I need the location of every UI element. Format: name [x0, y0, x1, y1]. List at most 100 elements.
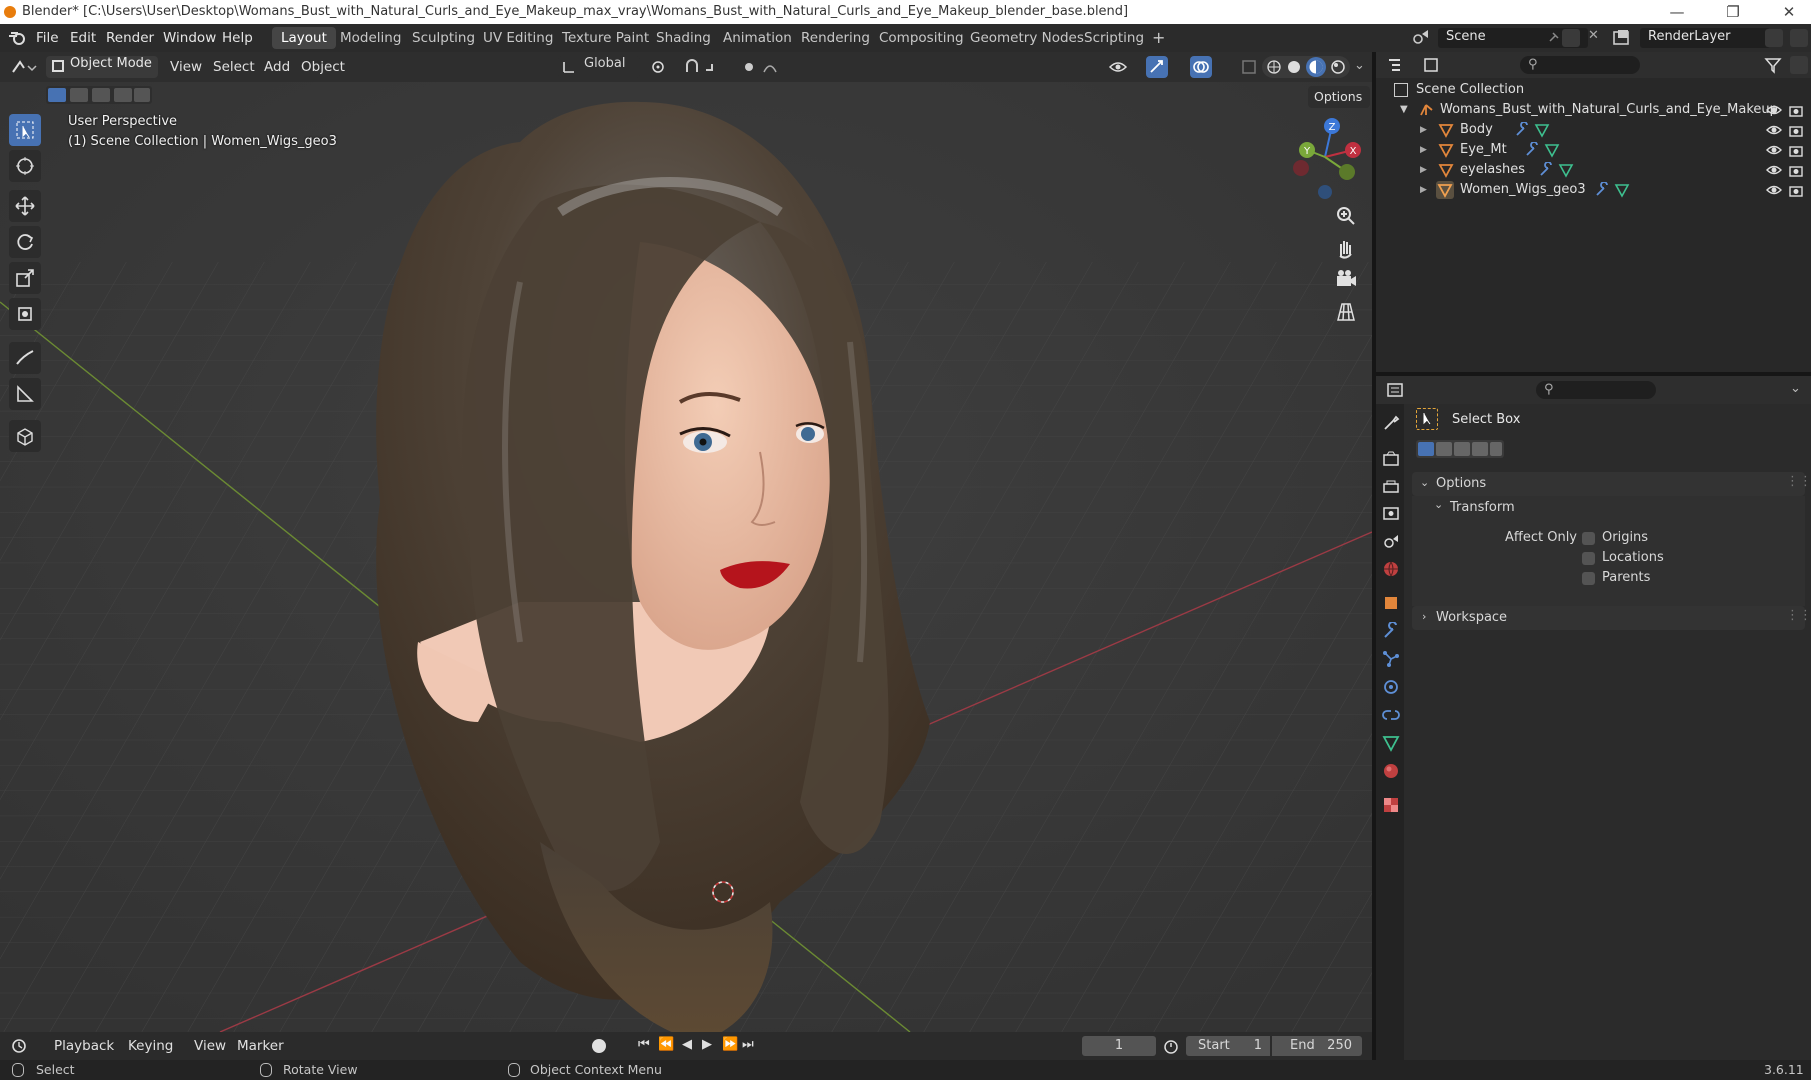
current-frame-field[interactable]: 1	[1082, 1036, 1156, 1056]
workspace-panel-header[interactable]: › Workspace ⋮⋮	[1412, 606, 1811, 630]
editor-type-icon[interactable]	[10, 58, 38, 76]
tab-uv-editing[interactable]: UV Editing	[474, 27, 562, 49]
delete-render-layer-icon[interactable]	[1790, 29, 1808, 47]
transform-orientation-dropdown[interactable]: Global	[558, 56, 640, 78]
select-extend-icon[interactable]	[70, 88, 88, 102]
menu-file[interactable]: File	[36, 24, 59, 52]
pivot-point-icon[interactable]	[650, 58, 676, 76]
minimize-icon[interactable]: —	[1655, 0, 1699, 24]
menu-window[interactable]: Window	[163, 24, 216, 52]
scene-tab-icon[interactable]	[1382, 532, 1400, 550]
viewport-menu-select[interactable]: Select	[213, 56, 255, 78]
locations-checkbox[interactable]	[1582, 552, 1595, 565]
tab-modeling[interactable]: Modeling	[331, 27, 410, 49]
parents-checkbox[interactable]	[1582, 572, 1595, 585]
outliner-row-scene-collection[interactable]: Scene Collection	[1376, 80, 1811, 100]
tab-compositing[interactable]: Compositing	[870, 27, 973, 49]
new-scene-icon[interactable]	[1562, 29, 1580, 47]
navigation-gizmo[interactable]: Z X Y	[1280, 112, 1370, 202]
viewport-menu-object[interactable]: Object	[301, 56, 345, 78]
world-tab-icon[interactable]	[1382, 560, 1400, 578]
timeline-menu-playback[interactable]: Playback	[54, 1035, 114, 1057]
tab-sculpting[interactable]: Sculpting	[403, 27, 484, 49]
close-icon[interactable]: ✕	[1767, 0, 1811, 24]
expand-right-icon[interactable]: ▶	[1420, 160, 1427, 180]
select-extend-icon[interactable]	[1436, 442, 1452, 456]
visibility-eye-icon[interactable]	[1766, 182, 1782, 205]
outliner-search-input[interactable]: ⚲	[1520, 56, 1640, 74]
end-frame-field[interactable]: End 250	[1272, 1036, 1362, 1056]
drag-handle-icon[interactable]: ⋮⋮	[1786, 608, 1811, 623]
solid-shading-icon[interactable]	[1286, 59, 1302, 75]
object-tab-icon[interactable]	[1382, 594, 1400, 612]
annotate-tool[interactable]	[9, 342, 41, 374]
object-mode-dropdown[interactable]: Object Mode	[46, 56, 158, 78]
play-icon[interactable]: ▶	[702, 1037, 712, 1052]
new-render-layer-icon[interactable]	[1765, 29, 1783, 47]
render-layer-selector[interactable]: RenderLayer	[1640, 28, 1770, 48]
tab-texture-paint[interactable]: Texture Paint	[553, 27, 658, 49]
timeline-menu-marker[interactable]: Marker	[237, 1035, 284, 1057]
data-tab-icon[interactable]	[1382, 734, 1400, 752]
new-collection-icon[interactable]	[1790, 56, 1808, 74]
select-invert-icon[interactable]	[1472, 442, 1488, 456]
proportional-editing-icon[interactable]	[740, 58, 784, 76]
expand-right-icon[interactable]: ▶	[1420, 180, 1427, 200]
outliner-row-body[interactable]: ▶ Body	[1376, 120, 1811, 140]
perspective-toggle-icon[interactable]	[1332, 298, 1360, 326]
cursor-tool[interactable]	[9, 150, 41, 182]
render-camera-icon[interactable]	[1788, 182, 1804, 205]
origins-checkbox[interactable]	[1582, 532, 1595, 545]
expand-down-icon[interactable]: ▼	[1400, 100, 1408, 120]
gizmo-toggle-icon[interactable]	[1146, 56, 1168, 78]
start-frame-field[interactable]: Start 1	[1186, 1036, 1270, 1056]
add-workspace-icon[interactable]: +	[1143, 27, 1174, 49]
select-new-icon[interactable]	[48, 88, 66, 102]
scene-icon[interactable]	[1410, 28, 1432, 48]
expand-right-icon[interactable]: ▶	[1420, 120, 1427, 140]
zoom-icon[interactable]	[1332, 202, 1360, 230]
outliner-row-eyelashes[interactable]: ▶ eyelashes	[1376, 160, 1811, 180]
jump-start-icon[interactable]: ⏮	[638, 1037, 650, 1052]
select-intersect-icon[interactable]	[134, 88, 150, 102]
rendered-shading-icon[interactable]	[1330, 59, 1346, 75]
modifier-tab-icon[interactable]	[1382, 621, 1400, 640]
prev-keyframe-icon[interactable]: ⏪	[658, 1037, 674, 1052]
rotate-tool[interactable]	[9, 226, 41, 258]
tab-scripting[interactable]: Scripting	[1075, 27, 1153, 49]
scale-tool[interactable]	[9, 262, 41, 294]
tab-animation[interactable]: Animation	[714, 27, 801, 49]
tool-tab-icon[interactable]	[1382, 414, 1400, 432]
tab-layout[interactable]: Layout	[272, 27, 336, 49]
output-tab-icon[interactable]	[1382, 478, 1400, 496]
blender-menu-icon[interactable]	[8, 30, 26, 46]
tab-shading[interactable]: Shading	[647, 27, 720, 49]
overlays-toggle-icon[interactable]	[1190, 56, 1212, 78]
properties-editor-icon[interactable]	[1386, 381, 1414, 399]
constraints-tab-icon[interactable]	[1382, 706, 1400, 724]
snap-icon[interactable]	[684, 58, 728, 76]
timeline-editor-icon[interactable]	[10, 1037, 38, 1055]
tab-rendering[interactable]: Rendering	[792, 27, 879, 49]
camera-view-icon[interactable]	[1332, 266, 1360, 294]
viewport-menu-add[interactable]: Add	[264, 56, 290, 78]
select-subtract-icon[interactable]	[1454, 442, 1470, 456]
visibility-icon[interactable]	[1108, 58, 1140, 76]
viewport-menu-view[interactable]: View	[170, 56, 202, 78]
next-keyframe-icon[interactable]: ⏩	[722, 1037, 738, 1052]
select-subtract-icon[interactable]	[92, 88, 110, 102]
particles-tab-icon[interactable]	[1382, 650, 1400, 668]
render-layer-icon[interactable]	[1612, 28, 1636, 48]
texture-tab-icon[interactable]	[1382, 796, 1400, 814]
play-reverse-icon[interactable]: ◀	[682, 1037, 692, 1052]
pin-icon[interactable]	[1546, 31, 1560, 45]
view-layer-tab-icon[interactable]	[1382, 504, 1400, 522]
measure-tool[interactable]	[9, 378, 41, 410]
outliner-row-collection[interactable]: ▼ Womans_Bust_with_Natural_Curls_and_Eye…	[1376, 100, 1811, 120]
display-mode-icon[interactable]	[1422, 56, 1450, 74]
shading-options-chevron-icon[interactable]: ⌄	[1354, 58, 1365, 73]
jump-end-icon[interactable]: ⏭	[742, 1037, 754, 1052]
select-box-tool[interactable]	[9, 114, 41, 146]
outliner-editor-icon[interactable]	[1386, 56, 1414, 74]
select-intersect-icon[interactable]	[1490, 442, 1502, 456]
